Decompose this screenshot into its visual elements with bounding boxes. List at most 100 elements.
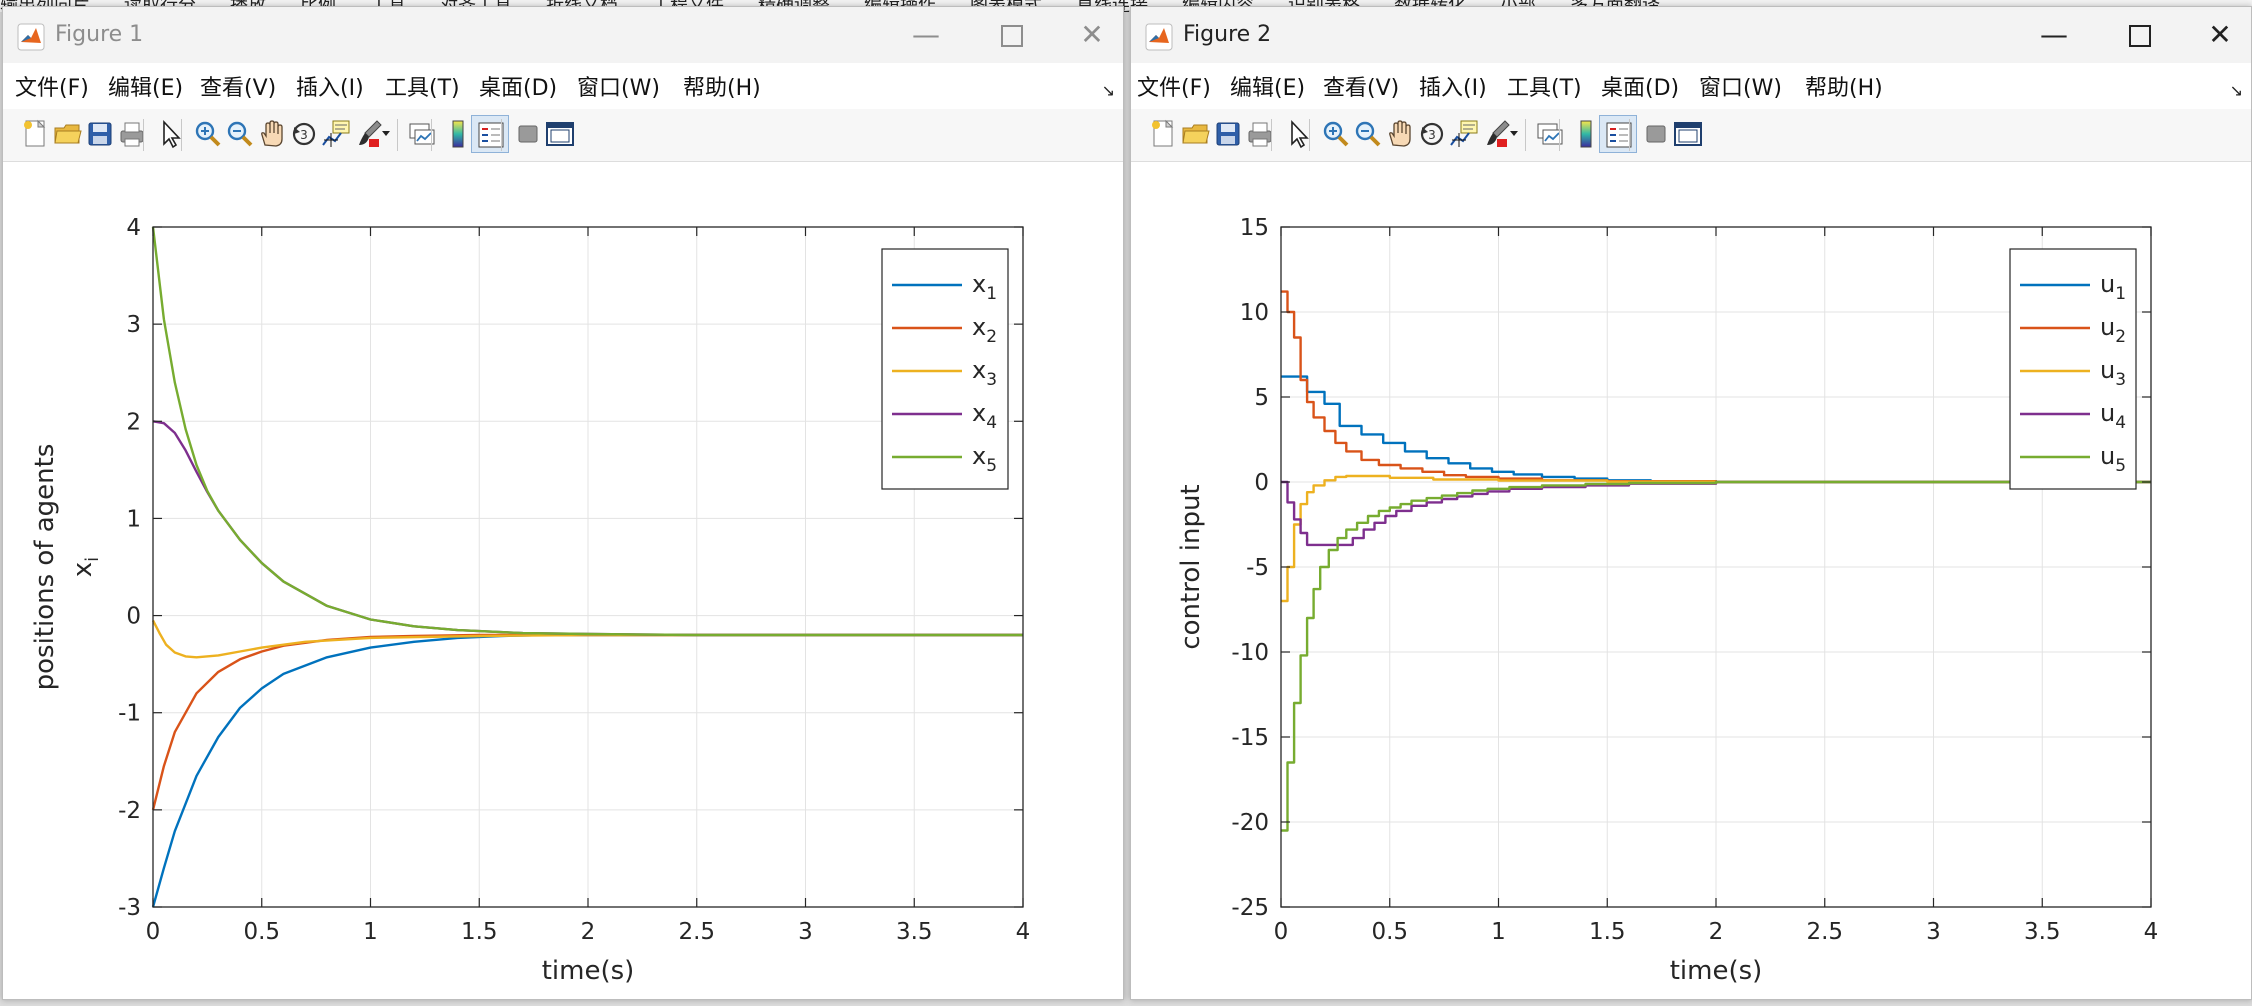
figure-1-window[interactable]: Figure 1 — ✕ 文件(F) 编辑(E) 查看(V) 插入(I) 工具(… [2,6,1124,1000]
y-tick-label: -2 [118,798,141,824]
chart-svg[interactable]: 0 0.5 1 1.5 2 2.5 3 3.5 4 -3 -2 -1 0 1 2 3 4 time(s) posit… [3,162,1123,998]
legend-label-base: x [972,356,986,384]
x-tick-label: 3.5 [896,919,933,945]
menu-file[interactable]: 文件(F) [1137,75,1211,103]
x-axis-label: time(s) [1670,956,1763,986]
close-button[interactable]: ✕ [2195,15,2245,55]
x-tick-label: 1.5 [1589,919,1626,945]
show-plot-tools-icon [1674,122,1702,146]
matlab-logo-icon [1145,23,1173,51]
legend-button[interactable] [1599,115,1637,153]
legend-label-subscript: 3 [986,370,997,390]
y-axis-variable-subscript: i [82,557,103,562]
x-tick-label: 1.5 [461,919,498,945]
y-tick-label: 10 [1240,300,1269,326]
dock-arrow-icon[interactable]: ↘ [2230,81,2243,100]
select-arrow-icon [1291,119,1309,149]
x-axis-label: time(s) [542,956,635,986]
toolbar-separator [431,119,432,151]
minimize-button[interactable]: — [2029,15,2079,55]
x-tick-label: 2.5 [1806,919,1843,945]
menu-help[interactable]: 帮助(H) [1805,75,1883,103]
brush-dropdown-button[interactable] [379,115,393,153]
minimize-button[interactable]: — [901,15,951,55]
link-plot-button[interactable] [1531,115,1569,153]
legend-label-base: u [2100,270,2115,298]
legend-label-subscript: 2 [986,327,997,347]
toolbar-separator [501,119,502,151]
y-tick-label: 0 [126,604,141,630]
select-arrow-button[interactable] [1279,115,1317,153]
y-axis-label-variable: xi [68,557,103,577]
legend-button[interactable] [471,115,509,153]
y-axis-variable-base: x [68,562,98,577]
legend-label-base: u [2100,356,2115,384]
legend-label-base: x [972,270,986,298]
close-button[interactable]: ✕ [1067,15,1117,55]
y-tick-label: -5 [1246,555,1269,581]
x-tick-label: 2.5 [678,919,715,945]
x-tick-label: 4 [2144,919,2159,945]
legend-label-base: u [2100,399,2115,427]
menu-file[interactable]: 文件(F) [15,75,89,103]
menu-edit[interactable]: 编辑(E) [1230,75,1305,103]
print-button[interactable] [1241,115,1279,153]
y-tick-label: -25 [1231,895,1269,921]
y-tick-label: -20 [1231,810,1269,836]
plot-area: 0 0.5 1 1.5 2 2.5 3 3.5 4 -3 -2 -1 0 1 2 3 4 time(s) posit… [3,162,1123,998]
legend-label-base: x [972,313,986,341]
menu-edit[interactable]: 编辑(E) [108,75,183,103]
title-bar[interactable]: Figure 2 — ✕ [1131,7,2251,63]
x-tick-label: 1 [363,919,378,945]
maximize-button[interactable] [987,15,1037,55]
menu-tools[interactable]: 工具(T) [385,75,460,103]
legend-label-subscript: 5 [2115,456,2126,476]
menu-window[interactable]: 窗口(W) [577,75,660,103]
x-tick-label: 0.5 [1371,919,1408,945]
y-tick-label: 15 [1240,215,1269,241]
brush-dropdown-icon [382,131,390,136]
toolbar-separator [1271,119,1272,151]
menu-window[interactable]: 窗口(W) [1699,75,1782,103]
menu-insert[interactable]: 插入(I) [296,75,364,103]
brush-dropdown-button[interactable] [1507,115,1521,153]
menu-desktop[interactable]: 桌面(D) [1601,75,1679,103]
link-plot-button[interactable] [403,115,441,153]
y-tick-label: 5 [1254,385,1269,411]
show-plot-tools-icon [546,122,574,146]
dock-arrow-icon[interactable]: ↘ [1102,81,1115,100]
x-tick-label: 4 [1016,919,1031,945]
toolbar-separator [143,119,144,151]
svg-text:3: 3 [1428,128,1436,142]
y-tick-label: -15 [1231,725,1269,751]
matlab-logo-icon [17,23,45,51]
chart-svg[interactable]: 0 0.5 1 1.5 2 2.5 3 3.5 4-25-20-15-10-5051015tim… [1131,162,2251,998]
menu-view[interactable]: 查看(V) [200,75,276,103]
legend-label-subscript: 2 [2115,327,2126,347]
figure-2-window[interactable]: Figure 2 — ✕ 文件(F) 编辑(E) 查看(V) 插入(I) 工具(… [1130,6,2252,1000]
menu-help[interactable]: 帮助(H) [683,75,761,103]
select-arrow-icon [163,119,181,149]
show-plot-tools-button[interactable] [541,115,579,153]
x-tick-label: 2 [1709,919,1724,945]
title-bar[interactable]: Figure 1 — ✕ [3,7,1123,63]
y-axis-label: positions of agents [30,444,60,691]
y-tick-label: 3 [126,312,141,338]
y-tick-label: 4 [126,215,141,241]
menu-desktop[interactable]: 桌面(D) [479,75,557,103]
legend-label-subscript: 5 [986,456,997,476]
menu-insert[interactable]: 插入(I) [1419,75,1487,103]
menu-tools[interactable]: 工具(T) [1507,75,1582,103]
show-plot-tools-button[interactable] [1669,115,1707,153]
y-tick-label: -3 [118,895,141,921]
select-arrow-button[interactable] [151,115,189,153]
y-tick-label: -10 [1231,640,1269,666]
legend-icon [478,122,504,148]
menu-view[interactable]: 查看(V) [1323,75,1399,103]
y-tick-label: -1 [118,701,141,727]
maximize-button[interactable] [2115,15,2165,55]
svg-text:3: 3 [300,128,308,142]
x-tick-label: 1 [1491,919,1506,945]
print-button[interactable] [113,115,151,153]
x-tick-label: 3 [798,919,813,945]
